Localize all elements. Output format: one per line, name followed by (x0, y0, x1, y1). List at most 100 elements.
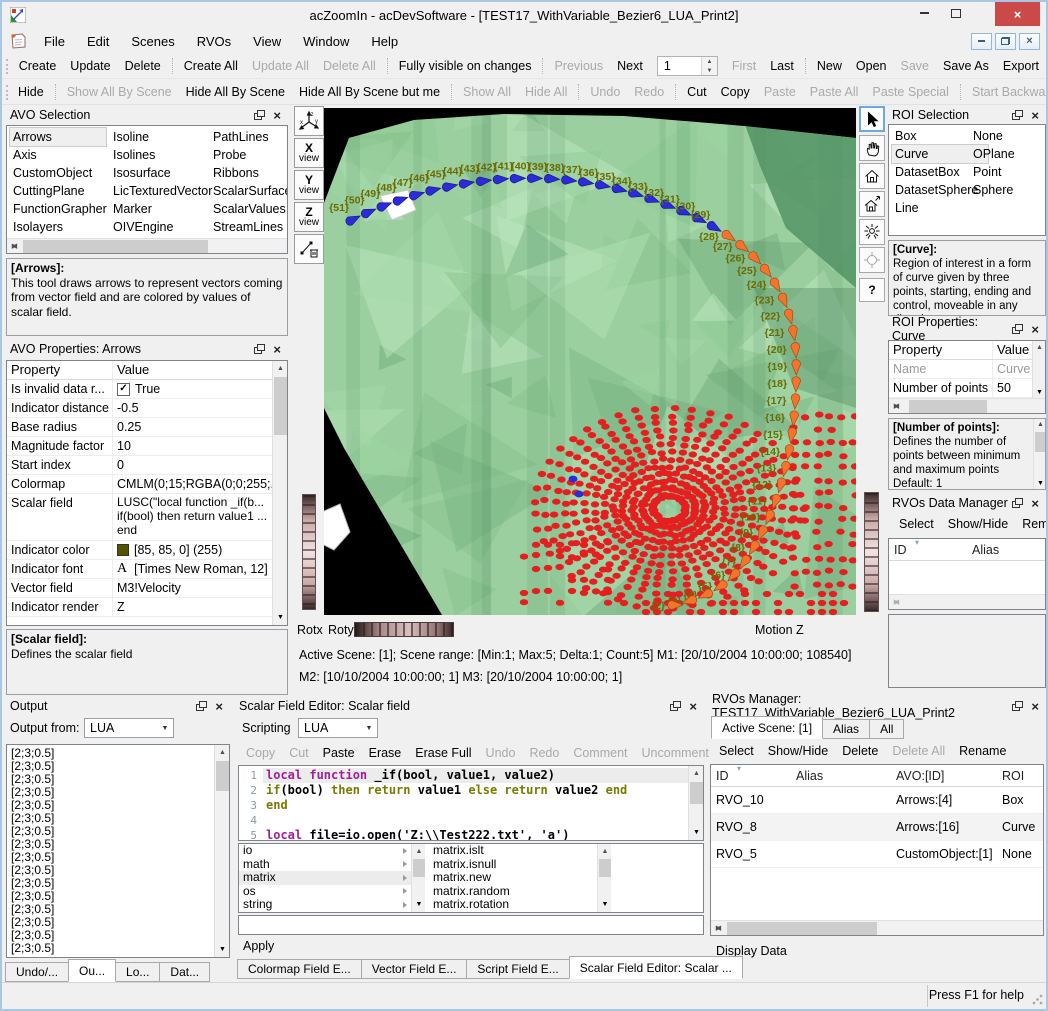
delete-line-button[interactable] (294, 234, 324, 264)
function-item-matrix-islt[interactable]: matrix.islt (429, 844, 597, 858)
scrollbar-thumb[interactable] (274, 377, 287, 435)
select-tool-button[interactable] (859, 106, 885, 132)
vertical-scrollbar[interactable]: ▲ ▼ (597, 844, 611, 912)
toolbar-button-copy[interactable]: Copy (714, 85, 757, 99)
viewer-help-button[interactable]: ? (859, 278, 885, 302)
scripting-language-select[interactable]: LUA ▼ (298, 718, 378, 738)
toolbar-button-save-as[interactable]: Save As (936, 59, 996, 73)
code-line[interactable]: 4 (239, 813, 688, 828)
scroll-up-icon[interactable]: ▲ (1033, 341, 1046, 354)
set-home-view-button[interactable] (859, 191, 885, 217)
float-panel-icon[interactable] (1012, 110, 1023, 120)
vertical-scrollbar[interactable]: ▲ ▼ (214, 745, 229, 957)
close-panel-icon[interactable]: × (1031, 498, 1039, 509)
toolbar-button-create[interactable]: Create (12, 59, 64, 73)
library-item-matrix[interactable]: matrix (239, 871, 411, 885)
menu-help[interactable]: Help (360, 34, 409, 49)
editor-tab-script-field-e[interactable]: Script Field E... (466, 959, 569, 979)
avo-selection-titlebar[interactable]: AVO Selection × (6, 106, 288, 124)
float-panel-icon[interactable] (1012, 498, 1023, 508)
avo-item-scalarvalues[interactable]: ScalarValues (210, 200, 288, 218)
menu-edit[interactable]: Edit (76, 34, 120, 49)
x-view-button[interactable]: Xview (294, 138, 324, 168)
scroll-up-icon[interactable]: ▲ (412, 844, 426, 859)
toolbar-button-hide-all-by-scene[interactable]: Hide All By Scene (179, 85, 292, 99)
scrollbar-thumb[interactable] (727, 922, 877, 935)
spinner-up-icon[interactable]: ▲ (702, 57, 717, 66)
scroll-down-icon[interactable]: ▼ (215, 942, 230, 957)
column-header-avo-id[interactable]: AVO:[ID] (891, 769, 997, 783)
script-code-editor[interactable]: 1local function _if(bool, value1, value2… (238, 765, 704, 841)
close-panel-icon[interactable]: × (1031, 110, 1039, 121)
roi-item-none[interactable]: None (970, 127, 1018, 145)
roi-item-line[interactable]: Line (892, 199, 988, 217)
toolbar-button-cut[interactable]: Cut (680, 85, 713, 99)
avo-item-probe[interactable]: Probe (210, 146, 288, 164)
close-panel-icon[interactable]: × (273, 344, 281, 355)
vertical-scrollbar[interactable]: ▲ ▼ (1032, 341, 1045, 399)
toolbar-button-show-hide[interactable]: Show/Hide (941, 517, 1015, 531)
view-all-button[interactable] (859, 219, 885, 245)
vertical-scrollbar[interactable]: ▲ ▼ (688, 766, 703, 840)
toolbar-button-rename[interactable]: Rename (952, 744, 1013, 758)
output-tab-ou[interactable]: Ou... (68, 959, 116, 982)
toolbar-button-hide-all-by-scene-but-me[interactable]: Hide All By Scene but me (292, 85, 447, 99)
roi-item-oplane[interactable]: OPlane (970, 145, 1018, 163)
avo-item-customobject[interactable]: CustomObject (10, 164, 110, 182)
editor-tab-vector-field-e[interactable]: Vector Field E... (361, 959, 468, 979)
function-item-matrix-isnull[interactable]: matrix.isnull (429, 858, 597, 872)
roi-selection-titlebar[interactable]: ROI Selection × (888, 106, 1046, 124)
toolbar-button-erase[interactable]: Erase (362, 746, 409, 760)
scroll-up-icon[interactable]: ▲ (273, 361, 288, 376)
float-panel-icon[interactable] (196, 701, 207, 711)
avo-item-lictexturedvector[interactable]: LicTexturedVector (110, 182, 215, 200)
toolbar-button-select[interactable]: Select (712, 744, 761, 758)
property-value[interactable]: -0.5 (113, 399, 272, 417)
rvos-tab-active-scene-1[interactable]: Active Scene: [1] (711, 716, 823, 739)
vertical-scrollbar[interactable]: ▲ ▼ (272, 361, 287, 625)
toolbar-button-hide[interactable]: Hide (11, 85, 51, 99)
library-list[interactable]: iomathmatrixosstring (239, 844, 411, 912)
code-line[interactable]: 2if(bool) then return value1 else return… (239, 783, 688, 798)
avo-item-streamlines[interactable]: StreamLines (210, 218, 288, 236)
scrollbar-thumb[interactable] (690, 782, 703, 804)
output-log-list[interactable]: [2;3;0.5][2;3;0.5][2;3;0.5][2;3;0.5][2;3… (6, 744, 230, 958)
scroll-right-icon[interactable]: ▶ (889, 595, 904, 610)
close-panel-icon[interactable]: × (1031, 701, 1039, 712)
function-list[interactable]: matrix.isltmatrix.isnullmatrix.newmatrix… (429, 844, 597, 912)
avo-item-scalarsurface[interactable]: ScalarSurface (210, 182, 288, 200)
scrollbar-thumb[interactable] (1035, 432, 1046, 452)
column-header-value[interactable]: Value (113, 361, 272, 379)
avo-item-isolines[interactable]: Isolines (110, 146, 215, 164)
column-header-property[interactable]: Property (889, 341, 993, 359)
y-view-button[interactable]: Yview (294, 170, 324, 200)
maximize-button[interactable] (942, 2, 970, 24)
column-header-id[interactable]: ID (889, 543, 967, 557)
editor-tab-colormap-field-e[interactable]: Colormap Field E... (237, 959, 362, 979)
property-value[interactable]: 0 (113, 456, 272, 474)
checkbox-checked-icon[interactable]: ✓ (117, 383, 130, 396)
toolbar-grip[interactable] (6, 85, 8, 100)
toolbar-button-paste[interactable]: Paste (316, 746, 362, 760)
toolbar-button-delete[interactable]: Delete (835, 744, 885, 758)
mdi-restore-button[interactable] (995, 33, 1016, 50)
avo-item-functiongrapher[interactable]: FunctionGrapher (10, 200, 110, 218)
property-value[interactable]: A[Times New Roman, 12] (113, 560, 272, 578)
roty-thumbwheel[interactable] (354, 622, 454, 637)
library-item-os[interactable]: os (239, 885, 411, 899)
roi-item-point[interactable]: Point (970, 163, 1018, 181)
home-view-button[interactable] (859, 163, 885, 189)
code-line[interactable]: 5local file=io.open('Z:\\Test222.txt', '… (239, 828, 688, 841)
float-panel-icon[interactable] (670, 701, 681, 711)
scroll-up-icon[interactable]: ▲ (215, 745, 230, 760)
avo-item-pathlines[interactable]: PathLines (210, 128, 288, 146)
avo-properties-titlebar[interactable]: AVO Properties: Arrows × (6, 340, 288, 358)
editor-tab-scalar-field-editor-scalar[interactable]: Scalar Field Editor: Scalar ... (569, 956, 743, 979)
output-source-select[interactable]: LUA ▼ (84, 718, 174, 738)
column-header-property[interactable]: Property (7, 361, 113, 379)
scroll-down-icon[interactable]: ▼ (1034, 477, 1046, 490)
table-row-rvo-10[interactable]: RVO_10Arrows:[4]Box (711, 787, 1043, 814)
scroll-down-icon[interactable]: ▼ (598, 897, 612, 912)
function-item-matrix-random[interactable]: matrix.random (429, 885, 597, 899)
avo-item-cuttingplane[interactable]: CuttingPlane (10, 182, 110, 200)
